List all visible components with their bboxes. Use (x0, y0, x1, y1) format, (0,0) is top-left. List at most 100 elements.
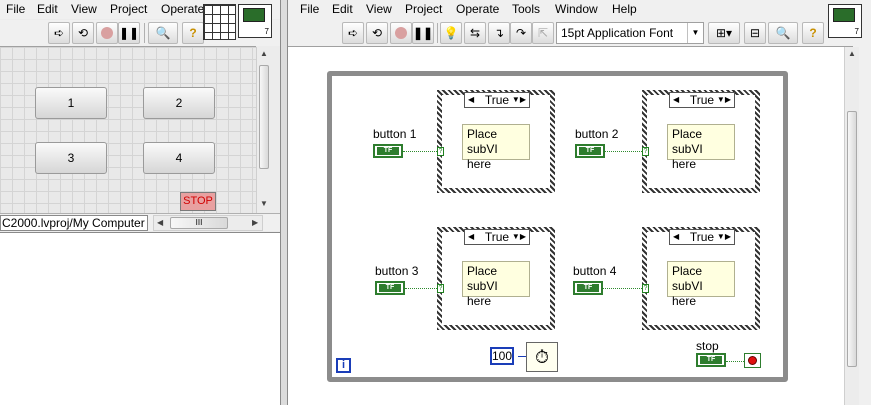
case-structure-4[interactable]: ◀ True ▼▶ Place subVI here ? (642, 227, 760, 330)
numeric-wire[interactable] (518, 356, 526, 357)
menu-view[interactable]: View (366, 2, 392, 16)
vi-icon[interactable]: 7 (238, 4, 272, 38)
button-2-label: button 2 (575, 127, 619, 141)
case-structure-3[interactable]: ◀ True ▼▶ Place subVI here ? (437, 227, 555, 330)
subvi-text-line-2: here (467, 157, 492, 171)
abort-icon[interactable] (390, 22, 412, 44)
menu-file[interactable]: File (300, 2, 319, 16)
block-diagram-menubar: File Edit View Project Operate Tools Win… (288, 0, 871, 19)
scroll-up-icon[interactable]: ▲ (260, 49, 268, 58)
case-selector-terminal[interactable]: ? (642, 147, 649, 156)
highlight-execution-icon[interactable]: 💡 (440, 22, 462, 44)
while-loop[interactable]: ◀ True ▼▶ Place subVI here ? ◀ True ▼▶ P… (327, 71, 788, 382)
menu-operate[interactable]: Operate (456, 2, 499, 16)
case-next-icon[interactable]: ▼▶ (512, 93, 526, 107)
case-selector-terminal[interactable]: ? (642, 284, 649, 293)
block-diagram-canvas: ◀ True ▼▶ Place subVI here ? ◀ True ▼▶ P… (288, 46, 853, 405)
menu-help[interactable]: Help (612, 2, 637, 16)
case-next-icon[interactable]: ▼▶ (717, 93, 731, 107)
stop-terminal[interactable]: TF (696, 353, 726, 367)
abort-icon[interactable] (96, 22, 118, 44)
vi-icon[interactable]: 7 (828, 4, 862, 38)
text-settings-select[interactable]: 15pt Application Font ▼ (556, 22, 704, 44)
boolean-wire[interactable] (605, 151, 642, 152)
case-prev-icon[interactable]: ◀ (468, 93, 474, 107)
step-into-icon[interactable]: ↴ (488, 22, 510, 44)
button-4-terminal[interactable]: TF (573, 281, 603, 295)
menu-file[interactable]: File (6, 2, 25, 16)
help-icon[interactable]: ? (182, 22, 204, 44)
case-prev-icon[interactable]: ◀ (673, 93, 679, 107)
step-out-icon[interactable]: ⇱ (532, 22, 554, 44)
vertical-scroll-thumb[interactable] (259, 65, 269, 169)
pause-icon[interactable]: ❚❚ (118, 22, 140, 44)
iteration-terminal[interactable]: i (336, 358, 351, 373)
button-1-control[interactable]: 1 (35, 87, 107, 119)
case-selector[interactable]: ◀ True ▼▶ (464, 229, 530, 245)
horizontal-scroll-thumb[interactable]: III (170, 217, 228, 229)
scroll-down-icon[interactable]: ▼ (260, 199, 268, 208)
toolbar-separator (437, 23, 438, 43)
loop-condition-terminal[interactable] (744, 353, 761, 368)
run-arrow-icon[interactable]: ➪ (48, 22, 70, 44)
menu-operate[interactable]: Operate (161, 2, 204, 16)
case-next-icon[interactable]: ▼▶ (717, 230, 731, 244)
menu-project[interactable]: Project (405, 2, 442, 16)
stop-button-control[interactable]: STOP (180, 192, 216, 211)
case-selector-terminal[interactable]: ? (437, 284, 444, 293)
case-selector-terminal[interactable]: ? (437, 147, 444, 156)
case-selector[interactable]: ◀ True ▼▶ (669, 229, 735, 245)
case-selector[interactable]: ◀ True ▼▶ (669, 92, 735, 108)
metronome-icon[interactable]: ⏱ (526, 342, 558, 372)
connector-pane-icon[interactable] (203, 4, 236, 40)
search-icon[interactable]: 🔍 (148, 22, 178, 44)
run-continuously-icon[interactable]: ⟲ (366, 22, 388, 44)
menu-window[interactable]: Window (555, 2, 598, 16)
scroll-up-icon[interactable]: ▲ (848, 49, 856, 58)
case-structure-1[interactable]: ◀ True ▼▶ Place subVI here ? (437, 90, 555, 193)
distribute-objects-icon[interactable]: ⊟ (744, 22, 766, 44)
button-1-terminal[interactable]: TF (373, 144, 403, 158)
boolean-wire[interactable] (603, 288, 642, 289)
case-structure-2[interactable]: ◀ True ▼▶ Place subVI here ? (642, 90, 760, 193)
case-prev-icon[interactable]: ◀ (468, 230, 474, 244)
scroll-left-icon[interactable]: ◀ (157, 218, 163, 227)
step-over-icon[interactable]: ↷ (510, 22, 532, 44)
menu-tools[interactable]: Tools (512, 2, 540, 16)
block-diagram-toolbar: ➪ ⟲ ❚❚ 💡 ⇆ ↴ ↷ ⇱ 15pt Application Font ▼… (288, 20, 871, 46)
run-continuously-icon[interactable]: ⟲ (72, 22, 94, 44)
chevron-down-icon[interactable]: ▼ (687, 23, 703, 43)
front-panel-horizontal-scrollbar[interactable]: ◀ III ▶ (153, 215, 263, 231)
boolean-wire[interactable] (405, 288, 437, 289)
help-icon[interactable]: ? (802, 22, 824, 44)
button-2-control[interactable]: 2 (143, 87, 215, 119)
button-4-control[interactable]: 4 (143, 142, 215, 174)
menu-edit[interactable]: Edit (37, 2, 58, 16)
boolean-wire[interactable] (403, 151, 437, 152)
menu-edit[interactable]: Edit (332, 2, 353, 16)
subvi-placeholder: Place subVI here (667, 124, 735, 171)
case-selector[interactable]: ◀ True ▼▶ (464, 92, 530, 108)
button-2-terminal[interactable]: TF (575, 144, 605, 158)
boolean-wire[interactable] (726, 361, 744, 362)
retain-wire-values-icon[interactable]: ⇆ (464, 22, 486, 44)
scroll-right-icon[interactable]: ▶ (252, 218, 258, 227)
pause-icon[interactable]: ❚❚ (412, 22, 434, 44)
subvi-text-line-1: Place subVI (672, 264, 703, 293)
menu-project[interactable]: Project (110, 2, 147, 16)
wait-ms-constant[interactable]: 100 (490, 347, 514, 365)
case-next-icon[interactable]: ▼▶ (512, 230, 526, 244)
tf-glyph: TF (577, 284, 599, 292)
front-panel-vertical-scrollbar[interactable]: ▲ ▼ (256, 47, 271, 213)
button-3-control[interactable]: 3 (35, 142, 107, 174)
button-1-label: button 1 (373, 127, 417, 141)
tf-glyph: TF (379, 284, 401, 292)
vertical-scroll-thumb[interactable] (847, 111, 857, 367)
search-icon[interactable]: 🔍 (768, 22, 798, 44)
menu-view[interactable]: View (71, 2, 97, 16)
case-prev-icon[interactable]: ◀ (673, 230, 679, 244)
align-objects-icon[interactable]: ⊞▾ (708, 22, 740, 44)
run-arrow-icon[interactable]: ➪ (342, 22, 364, 44)
button-3-terminal[interactable]: TF (375, 281, 405, 295)
block-diagram-vertical-scrollbar[interactable]: ▲ (844, 47, 859, 405)
